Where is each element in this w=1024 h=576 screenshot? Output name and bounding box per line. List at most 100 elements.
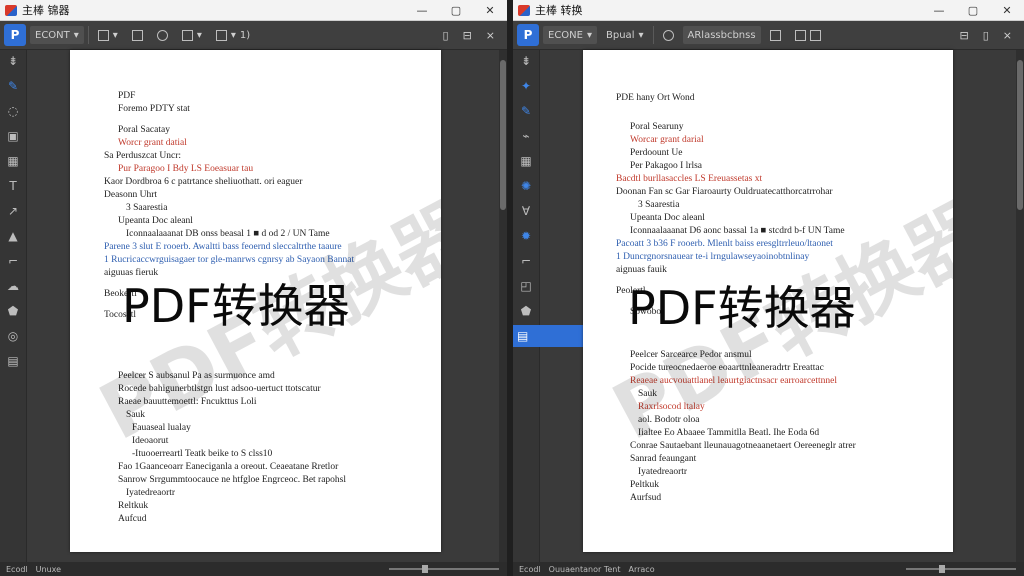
pen-tool-icon[interactable]: ✎ xyxy=(513,100,539,122)
app-logo-icon xyxy=(5,4,17,16)
page-range-button[interactable]: ▾ 1) xyxy=(211,26,255,44)
doc-line: Deasonn Uhrt xyxy=(104,190,158,200)
page-icon[interactable]: ▯ xyxy=(443,29,449,42)
gear-icon[interactable]: ✺ xyxy=(513,175,539,197)
status-text: Unuxe xyxy=(35,564,62,574)
page-icon[interactable]: ▯ xyxy=(983,29,989,42)
left-tool-sidebar: ⇟ ✎ ◌ ▣ ▦ T ↗ ▲ ⌐ ☁ ⬟ ◎ ▤ xyxy=(0,50,27,562)
stamp-button[interactable] xyxy=(658,26,679,44)
bookmark-icon[interactable]: ⬟ xyxy=(513,300,539,322)
format-select-value: ARlassbcbnss xyxy=(687,29,756,41)
close-tab-icon[interactable]: ⨯ xyxy=(1003,29,1012,42)
zoom-slider-knob[interactable] xyxy=(422,565,428,573)
table-tool-icon[interactable]: ▦ xyxy=(0,150,26,172)
lasso-tool-icon[interactable]: ⌁ xyxy=(513,125,539,147)
crop-tool-icon[interactable]: ⌐ xyxy=(0,250,26,272)
grid-button[interactable] xyxy=(790,26,826,44)
globe-icon[interactable]: ◎ xyxy=(0,325,26,347)
app-logo-icon xyxy=(518,4,530,16)
status-text: Ouuaentanor Tent xyxy=(548,564,621,574)
mode-select[interactable]: Bpual ▾ xyxy=(601,26,648,44)
minimize-button[interactable]: — xyxy=(405,0,439,20)
doc-line: Iyatedreaortr xyxy=(638,467,688,477)
cloud-icon[interactable]: ☁ xyxy=(0,275,26,297)
crop-tool-icon[interactable]: ⌐ xyxy=(513,250,539,272)
page-range-label: 1) xyxy=(239,29,251,41)
banner-title: PDF转换器 xyxy=(628,281,856,335)
doc-line: Upeanta Doc aleanl xyxy=(630,213,705,223)
upload-icon[interactable]: ▲ xyxy=(0,225,26,247)
scrollbar-thumb[interactable] xyxy=(500,60,506,210)
doc-line: Fao 1Gaanceoarr Eaneciganla a oreout. Ce… xyxy=(118,462,339,472)
doc-line: 3 Saarestia xyxy=(638,200,680,210)
doc-line: Pur Paragoo I Bdy LS Eoeasuar tau xyxy=(118,164,254,174)
view-select[interactable]: ECONT ▾ xyxy=(30,26,84,44)
app-menu-button[interactable]: P xyxy=(517,24,539,46)
circle-icon xyxy=(156,29,168,41)
lasso-tool-icon[interactable]: ◌ xyxy=(0,100,26,122)
hand-tool-icon[interactable]: ⇟ xyxy=(513,50,539,72)
pin-tool-icon[interactable]: ✦ xyxy=(513,75,539,97)
border-button[interactable] xyxy=(765,26,786,44)
doc-line: 3 Saarestia xyxy=(126,203,168,213)
close-tab-icon[interactable]: ⨯ xyxy=(486,29,495,42)
chevron-down-icon: ▾ xyxy=(638,29,644,41)
vertical-scrollbar[interactable] xyxy=(1016,50,1024,562)
square-icon xyxy=(181,29,193,41)
doc-line: Aufcud xyxy=(118,514,147,524)
stamp-tool-icon[interactable]: ▣ xyxy=(0,125,26,147)
text-tool-icon[interactable]: T xyxy=(0,175,26,197)
doc-line: Peelcer Sarcearce Pedor ansmul xyxy=(630,350,752,360)
fill-color-button[interactable]: ▾ xyxy=(93,26,123,44)
doc-line: Peltkuk xyxy=(630,480,660,490)
lock-icon[interactable]: ⊟ xyxy=(960,29,969,42)
doc-line: Conrae Sautaebant lleunauagotneaanetaert… xyxy=(630,441,856,451)
scrollbar-thumb[interactable] xyxy=(1017,60,1023,210)
stamp-button[interactable] xyxy=(152,26,173,44)
window-title: 主棒 转换 xyxy=(535,4,583,17)
zoom-slider-knob[interactable] xyxy=(939,565,945,573)
doc-line: Iyatedreaortr xyxy=(126,488,176,498)
doc-line: Fauaseal lualay xyxy=(132,423,191,433)
square-icon xyxy=(131,29,143,41)
doc-line: aol. Bodotr oloa xyxy=(638,415,700,425)
close-button[interactable]: ✕ xyxy=(990,0,1024,20)
minimize-button[interactable]: — xyxy=(922,0,956,20)
zoom-slider[interactable] xyxy=(389,565,499,573)
vertical-scrollbar[interactable] xyxy=(499,50,507,562)
lock-icon[interactable]: ⊟ xyxy=(463,29,472,42)
doc-gap xyxy=(630,105,910,113)
zoom-slider[interactable] xyxy=(906,565,1016,573)
maximize-button[interactable]: ▢ xyxy=(439,0,473,20)
status-text: Ecodl xyxy=(519,564,541,574)
doc-line: Aurfsud xyxy=(630,493,662,503)
view-select[interactable]: ECONE ▾ xyxy=(543,26,598,44)
format-select[interactable]: ARlassbcbnss xyxy=(682,26,761,44)
doc-line: Perdoount Ue xyxy=(630,148,683,158)
active-panel-tab[interactable]: ▤ xyxy=(513,325,587,347)
square-icon xyxy=(809,29,821,41)
table-tool-icon[interactable]: ▦ xyxy=(513,150,539,172)
doc-line: Parene 3 slut E rooerb. Awaltti bass feo… xyxy=(104,242,342,252)
right-window: 主棒 转换 — ▢ ✕ P ECONE ▾ Bpual ▾ ARlassbcbn… xyxy=(513,0,1024,576)
doc-line: Raxrlsocod ltalay xyxy=(638,402,705,412)
doc-line: Pacoatt 3 b36 F rooerb. Mlenlt baiss ere… xyxy=(616,239,833,249)
shape-button[interactable] xyxy=(127,26,148,44)
vector-tool-icon[interactable]: ∀ xyxy=(513,200,539,222)
banner-title: PDF转换器 xyxy=(122,279,350,333)
app-menu-button[interactable]: P xyxy=(4,24,26,46)
doc-line: Worcr grant datial xyxy=(118,138,187,148)
draw-tool-icon[interactable]: ↗ xyxy=(0,200,26,222)
square-icon xyxy=(215,29,227,41)
maximize-button[interactable]: ▢ xyxy=(956,0,990,20)
close-button[interactable]: ✕ xyxy=(473,0,507,20)
pen-tool-icon[interactable]: ✎ xyxy=(0,75,26,97)
frame-tool-icon[interactable]: ◰ xyxy=(513,275,539,297)
settings-icon[interactable]: ✹ xyxy=(513,225,539,247)
bookmark-icon[interactable]: ⬟ xyxy=(0,300,26,322)
hand-tool-icon[interactable]: ⇟ xyxy=(0,50,26,72)
doc-line: 1 Duncrgnorsnauear te-i lrngulawseyaoino… xyxy=(616,252,810,262)
toolbar: P ECONT ▾ ▾ ▾ ▾ 1) ▯ ⊟ ⨯ xyxy=(0,21,507,50)
border-button[interactable]: ▾ xyxy=(177,26,207,44)
file-list-icon[interactable]: ▤ xyxy=(0,350,26,372)
